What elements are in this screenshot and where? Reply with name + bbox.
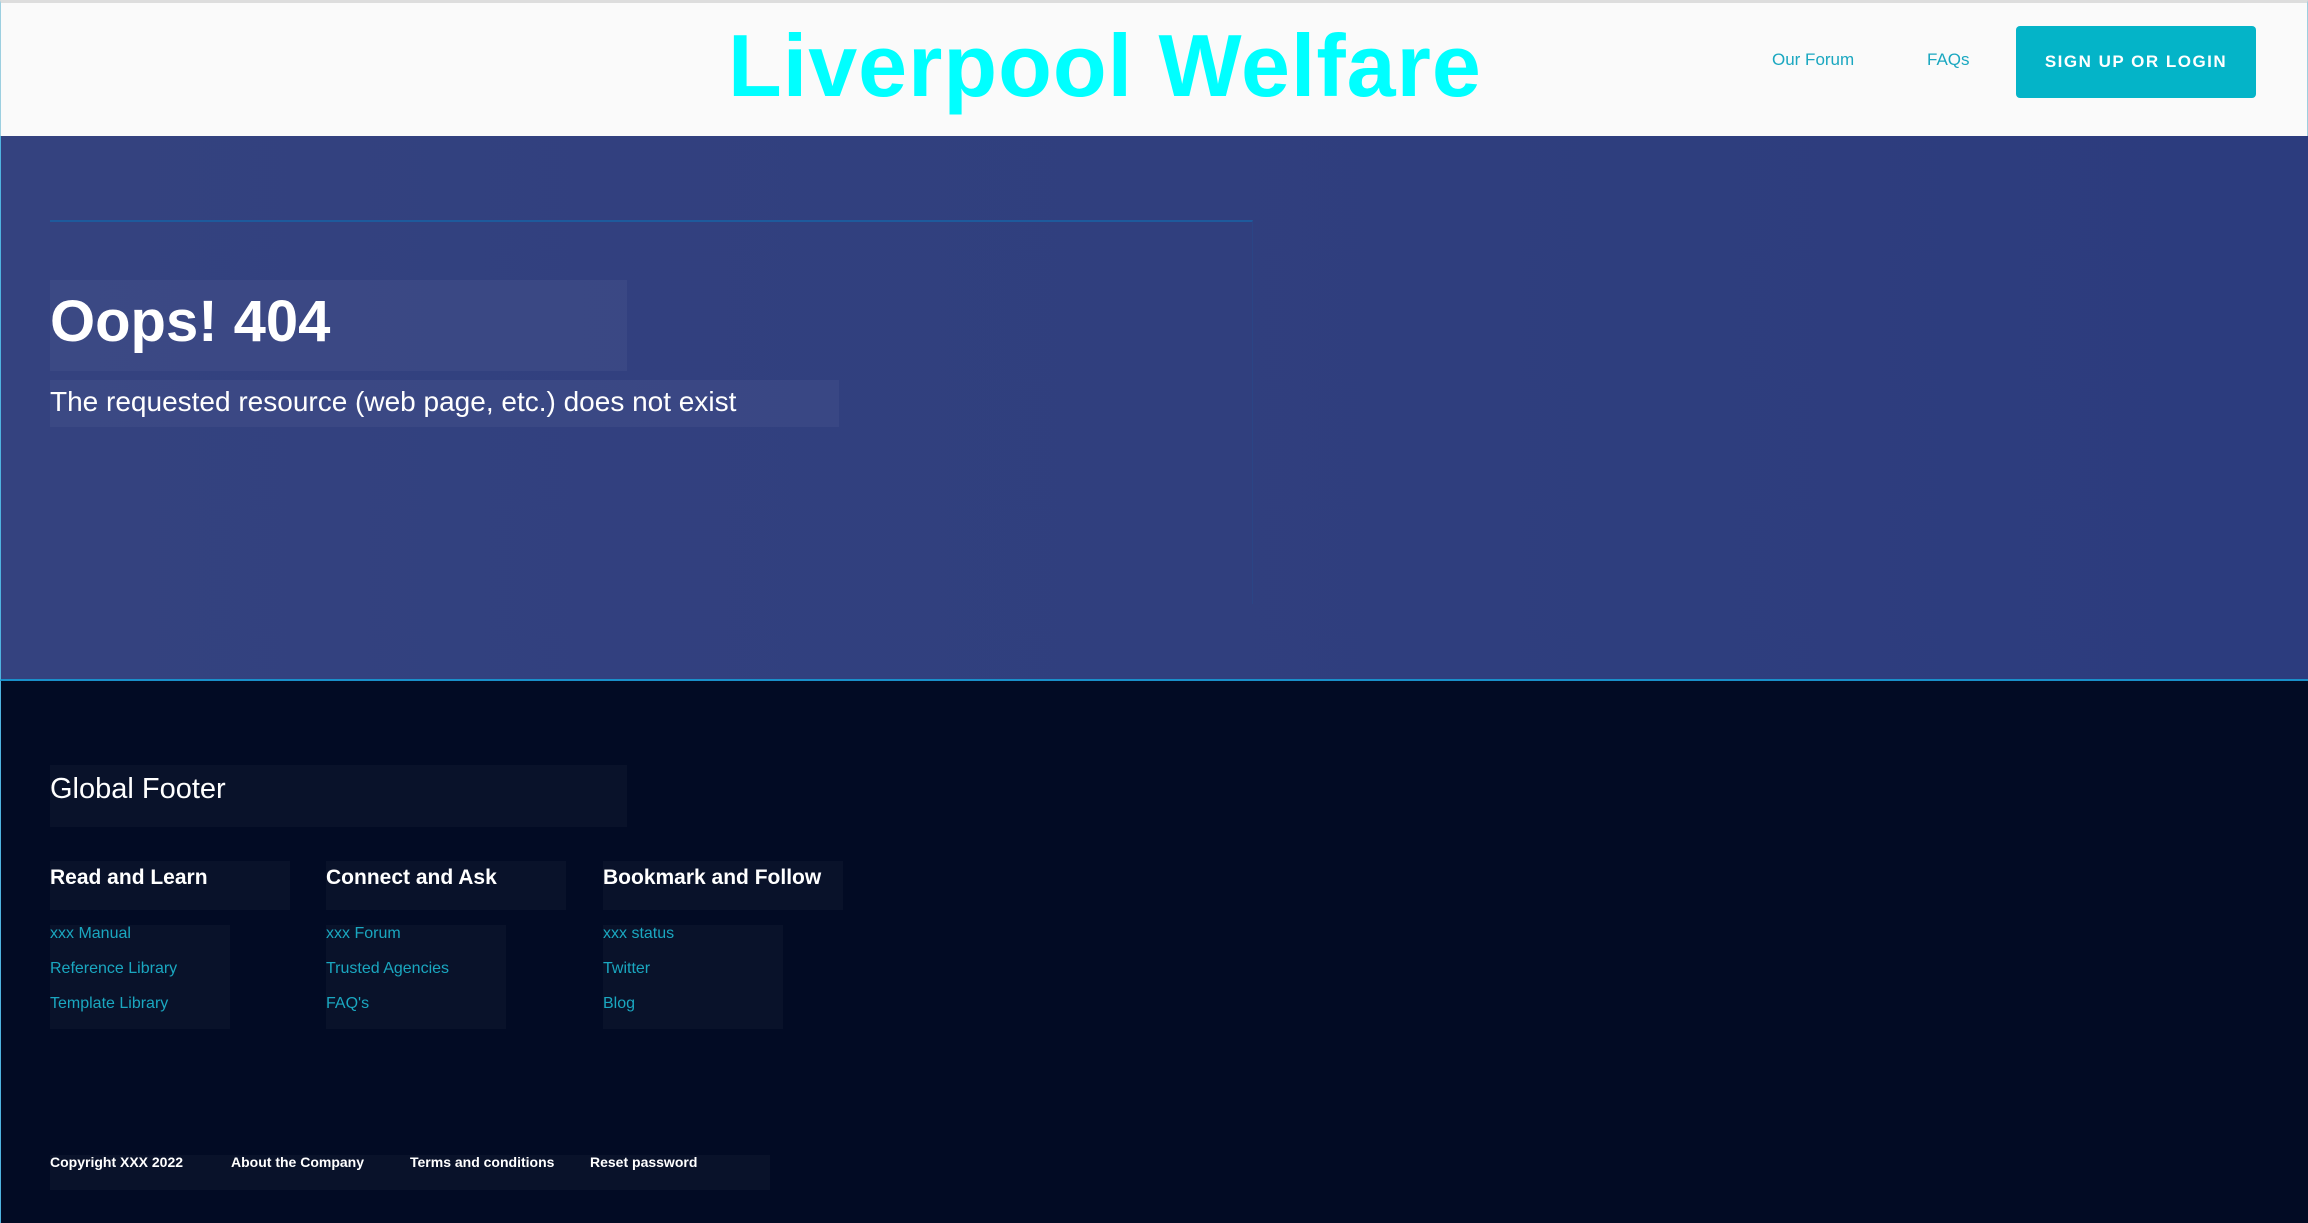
global-footer: Global Footer Read and Learn Connect and… xyxy=(0,681,2308,1223)
copyright-text: Copyright XXX 2022 xyxy=(50,1154,184,1170)
error-hero: Oops! 404 The requested resource (web pa… xyxy=(0,136,2308,681)
error-message: The requested resource (web page, etc.) … xyxy=(50,386,737,417)
footer-link-forum[interactable]: xxx Forum xyxy=(326,925,401,943)
nav-faqs[interactable]: FAQs xyxy=(1927,50,1970,70)
column-heading-read-learn: Read and Learn xyxy=(50,866,208,889)
terms-link[interactable]: Terms and conditions xyxy=(410,1154,554,1170)
column-heading-connect-ask: Connect and Ask xyxy=(326,866,497,889)
footer-link-template-library[interactable]: Template Library xyxy=(50,995,168,1013)
footer-link-faqs[interactable]: FAQ's xyxy=(326,995,369,1013)
reset-password-link[interactable]: Reset password xyxy=(590,1154,697,1170)
footer-link-blog[interactable]: Blog xyxy=(603,995,635,1013)
footer-link-reference-library[interactable]: Reference Library xyxy=(50,960,177,978)
footer-title: Global Footer xyxy=(50,773,226,805)
site-logo[interactable]: Liverpool Welfare xyxy=(728,15,1482,117)
footer-link-status[interactable]: xxx status xyxy=(603,925,674,943)
nav-our-forum[interactable]: Our Forum xyxy=(1772,50,1854,70)
footer-link-manual[interactable]: xxx Manual xyxy=(50,925,131,943)
about-company-link[interactable]: About the Company xyxy=(231,1154,364,1170)
site-header: Liverpool Welfare Our Forum FAQs SIGN UP… xyxy=(0,0,2308,136)
column-heading-bookmark-follow: Bookmark and Follow xyxy=(603,866,822,889)
footer-link-twitter[interactable]: Twitter xyxy=(603,960,650,978)
footer-link-trusted-agencies[interactable]: Trusted Agencies xyxy=(326,960,449,978)
page-title: Oops! 404 xyxy=(50,289,331,354)
signup-login-button[interactable]: SIGN UP OR LOGIN xyxy=(2016,26,2256,98)
